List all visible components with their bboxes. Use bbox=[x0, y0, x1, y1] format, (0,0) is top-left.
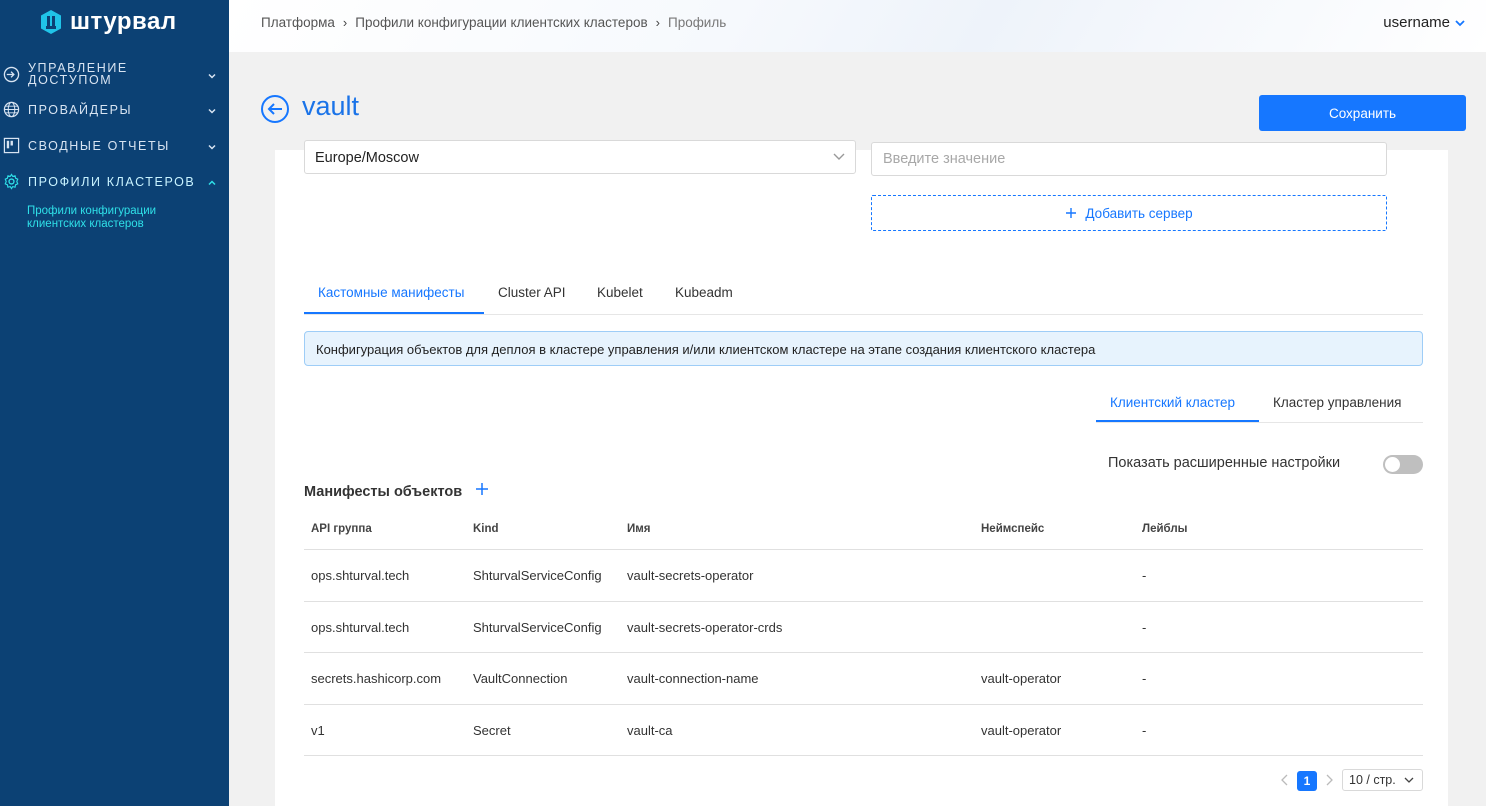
cell-api-group: secrets.hashicorp.com bbox=[311, 671, 442, 686]
add-server-label: Добавить сервер bbox=[1085, 205, 1193, 221]
nav-summary-reports[interactable]: СВОДНЫЕ ОТЧЕТЫ bbox=[0, 137, 229, 155]
username: username bbox=[1383, 14, 1450, 31]
table-row[interactable]: secrets.hashicorp.com VaultConnection va… bbox=[304, 653, 1423, 705]
tab-cluster-api[interactable]: Cluster API bbox=[498, 285, 566, 300]
page-title: vault bbox=[302, 91, 360, 121]
cell-labels: - bbox=[1142, 671, 1147, 686]
breadcrumb-separator: › bbox=[342, 15, 348, 30]
tab-active-indicator bbox=[304, 312, 484, 314]
tab-kubelet[interactable]: Kubelet bbox=[597, 285, 643, 300]
page-size-select[interactable]: 10 / стр. bbox=[1342, 769, 1423, 791]
sidebar: штурвал УПРАВЛЕНИЕ ДОСТУПОМ ПРОВАЙДЕРЫ С… bbox=[0, 0, 229, 806]
globe-icon bbox=[3, 101, 20, 118]
breadcrumb-platform[interactable]: Платформа bbox=[261, 15, 335, 30]
table-row[interactable]: ops.shturval.tech ShturvalServiceConfig … bbox=[304, 550, 1423, 602]
column-header-api-group: API группа bbox=[311, 523, 372, 535]
tab-active-indicator bbox=[1096, 420, 1259, 422]
column-header-namespace: Неймспейс bbox=[981, 523, 1045, 535]
chevron-down-icon bbox=[1455, 19, 1465, 26]
column-header-kind: Kind bbox=[473, 523, 499, 535]
advanced-settings-label: Показать расширенные настройки bbox=[1108, 455, 1341, 471]
chevron-down-icon bbox=[208, 73, 216, 79]
logo-icon bbox=[41, 10, 61, 34]
cell-kind: VaultConnection bbox=[473, 671, 568, 686]
back-arrow-icon[interactable] bbox=[260, 94, 290, 124]
chevron-down-icon bbox=[208, 144, 216, 150]
next-page-icon[interactable] bbox=[1324, 774, 1334, 786]
advanced-settings-toggle[interactable] bbox=[1383, 455, 1423, 474]
column-header-labels: Лейблы bbox=[1142, 523, 1188, 535]
tab-management-cluster[interactable]: Кластер управления bbox=[1273, 395, 1401, 410]
cell-name: vault-connection-name bbox=[627, 671, 759, 686]
cell-name: vault-ca bbox=[627, 722, 673, 738]
board-icon bbox=[3, 137, 20, 154]
cell-api-group: ops.shturval.tech bbox=[311, 568, 410, 583]
section-title: Манифесты объектов bbox=[304, 484, 463, 500]
cell-api-group: v1 bbox=[311, 722, 325, 738]
chevron-down-icon bbox=[833, 153, 845, 160]
nav-label: СВОДНЫЕ ОТЧЕТЫ bbox=[28, 139, 170, 153]
table-row[interactable]: ops.shturval.tech ShturvalServiceConfig … bbox=[304, 602, 1423, 653]
breadcrumb: Платформа › Профили конфигурации клиентс… bbox=[261, 15, 726, 30]
cell-labels: - bbox=[1142, 722, 1147, 738]
table-header: API группа Kind Имя Неймспейс Лейблы bbox=[304, 509, 1423, 550]
manifests-table: API группа Kind Имя Неймспейс Лейблы ops… bbox=[304, 509, 1423, 756]
tab-custom-manifests[interactable]: Кастомные манифесты bbox=[318, 285, 464, 300]
tab-client-cluster[interactable]: Клиентский кластер bbox=[1110, 395, 1235, 410]
timezone-value: Europe/Moscow bbox=[315, 150, 419, 166]
cell-kind: Secret bbox=[473, 722, 511, 738]
page-current[interactable]: 1 bbox=[1297, 771, 1317, 791]
nav-label: ПРОВАЙДЕРЫ bbox=[28, 103, 133, 117]
plus-icon bbox=[1066, 208, 1077, 218]
header: Платформа › Профили конфигурации клиентс… bbox=[229, 0, 1486, 52]
cell-kind: ShturvalServiceConfig bbox=[473, 619, 602, 635]
tabs-main: Кастомные манифесты Cluster API Kubelet … bbox=[304, 280, 1423, 315]
nav-label: ПРОФИЛИ КЛАСТЕРОВ bbox=[28, 175, 196, 189]
cell-labels: - bbox=[1142, 568, 1147, 583]
cell-api-group: ops.shturval.tech bbox=[311, 619, 410, 635]
server-input[interactable] bbox=[871, 142, 1387, 176]
login-icon bbox=[3, 66, 20, 83]
sidebar-item-client-cluster-profiles[interactable]: Профили конфигурации клиентских кластеро… bbox=[27, 205, 207, 231]
user-menu[interactable]: username bbox=[1383, 14, 1466, 31]
nav-access-management[interactable]: УПРАВЛЕНИЕ ДОСТУПОМ bbox=[0, 62, 229, 88]
breadcrumb-separator: › bbox=[655, 15, 660, 30]
logo[interactable]: штурвал bbox=[38, 8, 177, 36]
nav-providers[interactable]: ПРОВАЙДЕРЫ bbox=[0, 101, 229, 119]
add-manifest-plus-icon[interactable] bbox=[475, 482, 489, 496]
tabs-sub: Клиентский кластер Кластер управления bbox=[1096, 390, 1423, 423]
nav-label-line2: ДОСТУПОМ bbox=[28, 73, 113, 87]
cell-kind: ShturvalServiceConfig bbox=[473, 568, 602, 583]
table-row[interactable]: v1 Secret vault-ca vault-operator - bbox=[304, 705, 1423, 756]
chevron-up-icon bbox=[208, 180, 216, 186]
nav-cluster-profiles[interactable]: ПРОФИЛИ КЛАСТЕРОВ bbox=[0, 173, 229, 191]
save-button[interactable]: Сохранить bbox=[1259, 95, 1466, 131]
toggle-knob bbox=[1385, 457, 1400, 472]
prev-page-icon[interactable] bbox=[1280, 774, 1290, 786]
chevron-down-icon bbox=[1404, 777, 1414, 783]
chevron-down-icon bbox=[208, 108, 216, 114]
breadcrumb-client-profiles[interactable]: Профили конфигурации клиентских кластеро… bbox=[355, 15, 647, 30]
cell-name: vault-secrets-operator-crds bbox=[627, 619, 783, 635]
page-size-value: 10 / стр. bbox=[1349, 773, 1396, 787]
cell-namespace: vault-operator bbox=[981, 671, 1062, 686]
cell-namespace: vault-operator bbox=[981, 722, 1062, 738]
add-server-button[interactable]: Добавить сервер bbox=[871, 195, 1387, 231]
breadcrumb-profile: Профиль bbox=[667, 15, 727, 30]
cell-name: vault-secrets-operator bbox=[627, 568, 754, 583]
info-alert: Конфигурация объектов для деплоя в класт… bbox=[304, 331, 1423, 366]
timezone-select[interactable]: Europe/Moscow bbox=[304, 140, 856, 174]
tab-kubeadm[interactable]: Kubeadm bbox=[675, 285, 733, 300]
cell-labels: - bbox=[1142, 619, 1147, 635]
logo-text: штурвал bbox=[70, 8, 177, 35]
column-header-name: Имя bbox=[627, 523, 651, 535]
gear-icon bbox=[4, 173, 19, 190]
